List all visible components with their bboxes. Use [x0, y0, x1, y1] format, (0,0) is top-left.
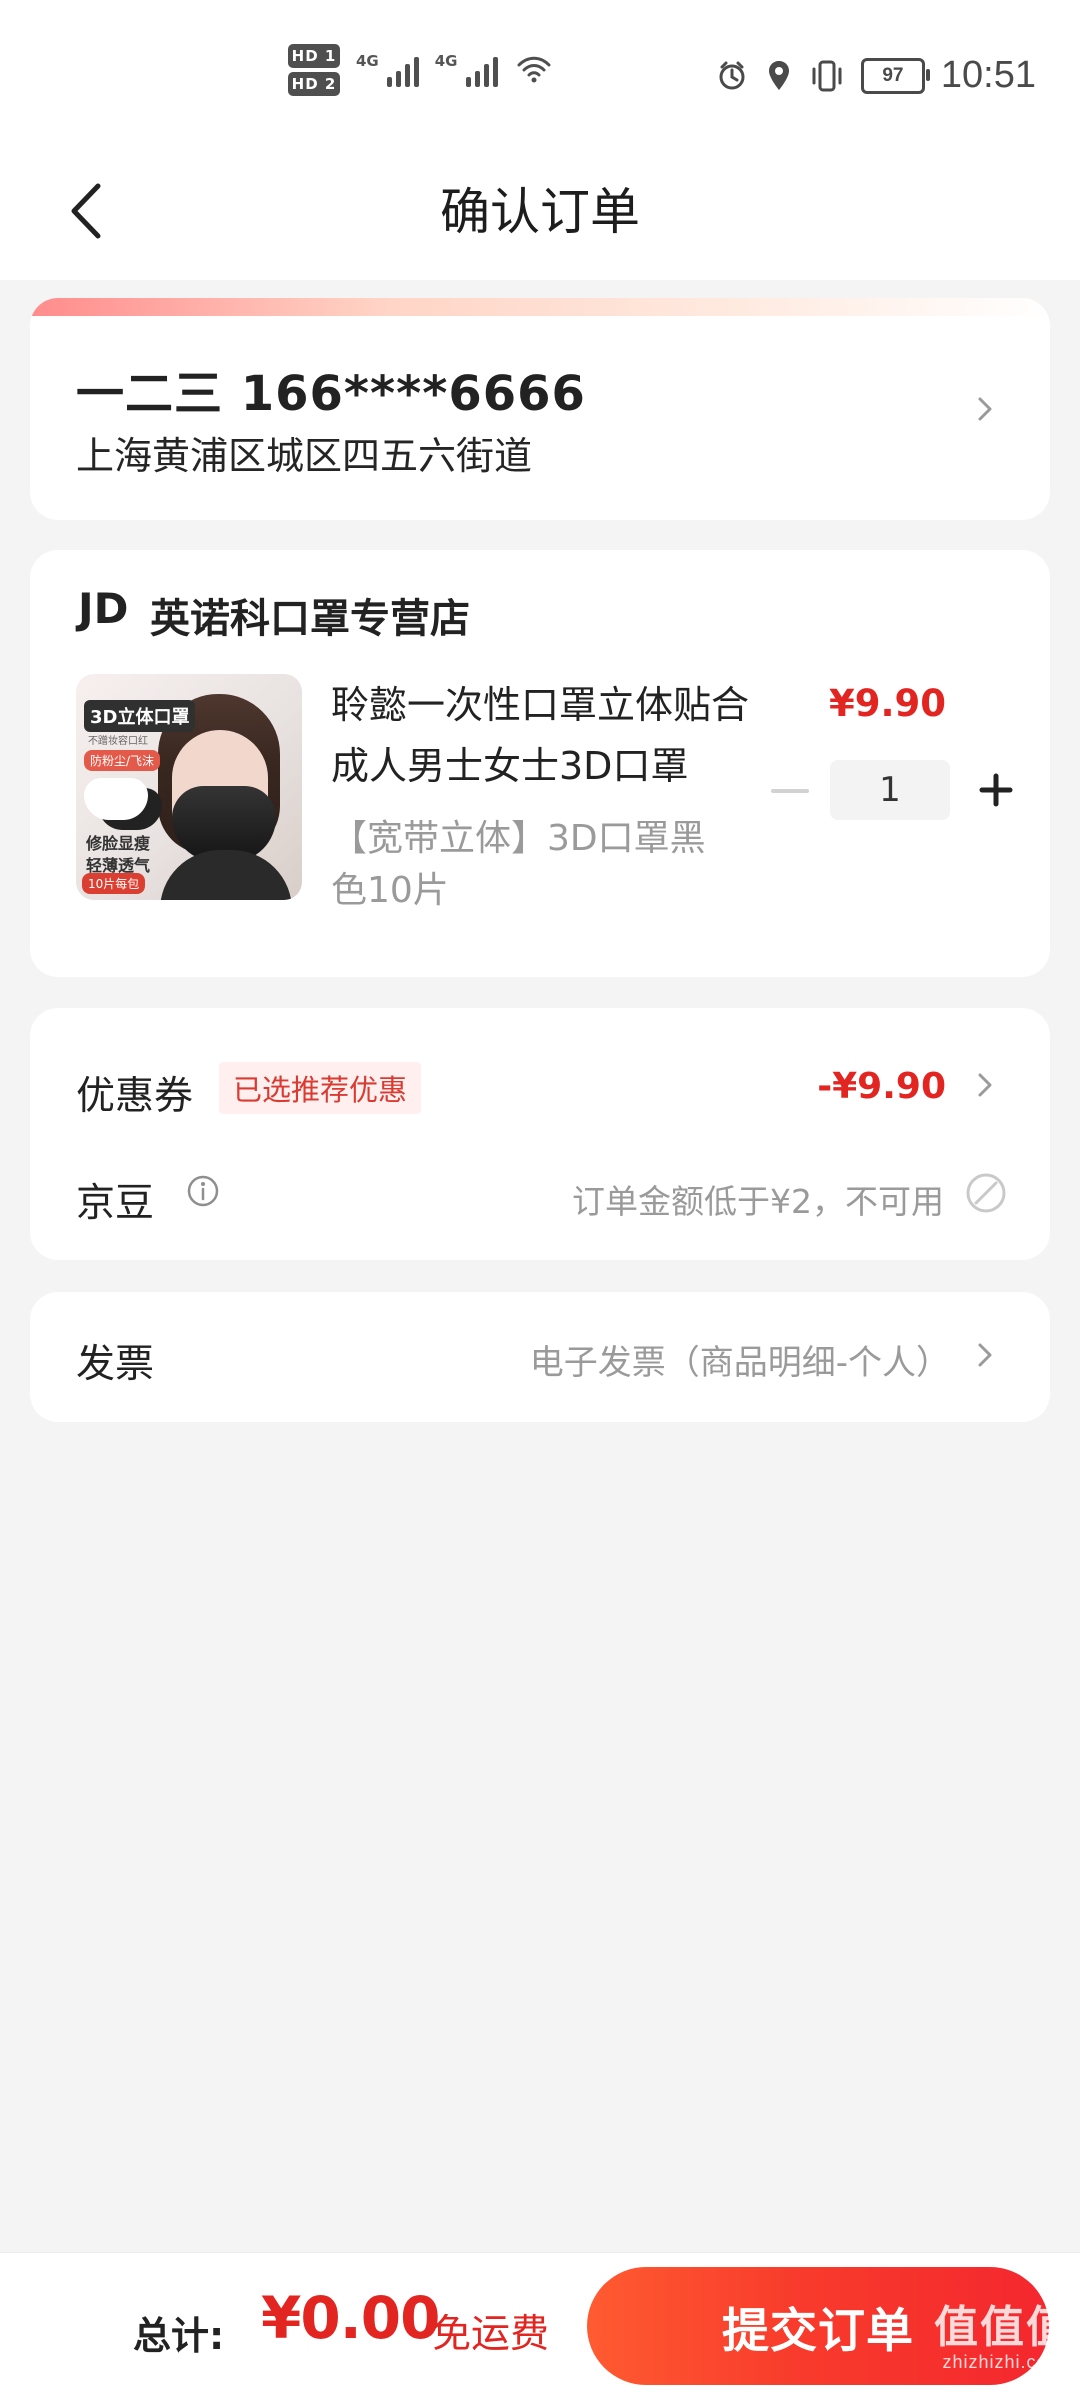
disabled-circle-icon	[966, 1173, 1006, 1213]
address-card-gradient	[30, 298, 1050, 316]
wifi-icon	[517, 56, 550, 83]
image-subtitle: 不蹭妆容口红	[88, 736, 148, 747]
store-card: JD 英诺科口罩专营店 3D立体口罩 不蹭妆容口红 防粉尘/飞沫 修脸显瘦 轻薄…	[30, 550, 1050, 977]
hd2-badge: HD 2	[288, 72, 340, 96]
sample-masks	[84, 778, 148, 820]
product-image[interactable]: 3D立体口罩 不蹭妆容口红 防粉尘/飞沫 修脸显瘦 轻薄透气 10片每包	[76, 674, 302, 900]
chevron-right-icon	[978, 397, 992, 421]
battery-level: 97	[882, 64, 904, 86]
bean-note: 订单金额低于¥2，不可用	[572, 1182, 944, 1221]
hd-indicators: HD 1 HD 2	[288, 44, 340, 96]
image-title: 3D立体口罩	[84, 700, 196, 732]
product-title[interactable]: 聆懿一次性口罩立体贴合 成人男士女士3D口罩	[331, 675, 751, 797]
network-label-2: 4G	[434, 52, 458, 70]
discount-card: 优惠券 已选推荐优惠 -¥9.90 京豆 订单金额低于¥2，不可用	[30, 1008, 1050, 1260]
total-value: ¥0.00	[261, 2284, 440, 2352]
shipping-label: 免运费	[432, 2312, 550, 2357]
status-left-group: HD 1 HD 2 4G 4G	[288, 44, 552, 96]
watermark: 值值值 zhizhizhi.com	[934, 2306, 1072, 2373]
coupon-label: 优惠券	[76, 1074, 194, 1119]
location-icon	[768, 60, 789, 90]
image-note-1: 修脸显瘦	[86, 834, 151, 853]
alarm-icon	[719, 61, 745, 89]
watermark-main: 值值值	[934, 2303, 1072, 2352]
store-name: 英诺科口罩专营店	[150, 596, 470, 642]
invoice-card[interactable]: 发票 电子发票（商品明细-个人）	[30, 1292, 1050, 1422]
signal-group-1: 4G	[356, 53, 419, 87]
address-name-phone: 一二三 166****6666	[76, 366, 586, 422]
product-price: ¥9.90	[828, 682, 946, 725]
bean-label: 京豆	[76, 1181, 155, 1226]
quantity-stepper[interactable]: 1	[830, 760, 950, 820]
signal-icon-2	[465, 53, 498, 87]
plus-icon[interactable]	[976, 770, 1016, 810]
network-label-1: 4G	[356, 52, 379, 70]
vibrate-icon	[812, 60, 842, 91]
battery-indicator: 97	[860, 57, 930, 94]
jd-logo: JD	[78, 584, 129, 633]
info-icon[interactable]	[186, 1174, 220, 1208]
address-line: 上海黄浦区城区四五六街道	[76, 434, 533, 478]
invoice-label: 发票	[76, 1342, 155, 1387]
bottom-checkout-bar: 总计: ¥0.00 免运费 提交订单	[0, 2253, 1080, 2400]
status-time: 10:51	[940, 54, 1036, 96]
signal-group-2: 4G	[435, 53, 498, 87]
top-nav: 确认订单	[0, 150, 1080, 280]
status-bar: HD 1 HD 2 4G 4G 97 10:51	[0, 0, 1080, 150]
total-label: 总计:	[133, 2314, 225, 2358]
image-tag-2: 10片每包	[82, 873, 146, 894]
coupon-tag: 已选推荐优惠	[219, 1062, 422, 1114]
quantity-value: 1	[879, 770, 901, 810]
status-right-group: 97 10:51	[715, 54, 1036, 97]
hd1-badge: HD 1	[288, 44, 340, 68]
product-spec: 【宽带立体】3D口罩黑色10片	[331, 818, 706, 911]
image-tag-1: 防粉尘/飞沫	[84, 750, 161, 771]
watermark-sub: zhizhizhi.com	[942, 2352, 1064, 2372]
minus-icon[interactable]	[771, 789, 809, 793]
invoice-value: 电子发票（商品明细-个人）	[529, 1343, 950, 1383]
address-card[interactable]: 一二三 166****6666 上海黄浦区城区四五六街道	[30, 298, 1050, 520]
page-title: 确认订单	[440, 183, 640, 241]
signal-icon-1	[386, 53, 419, 87]
chevron-right-icon	[978, 1343, 992, 1367]
chevron-right-icon[interactable]	[972, 1072, 998, 1098]
model-shoulders	[160, 850, 292, 900]
coupon-value[interactable]: -¥9.90	[817, 1066, 946, 1107]
